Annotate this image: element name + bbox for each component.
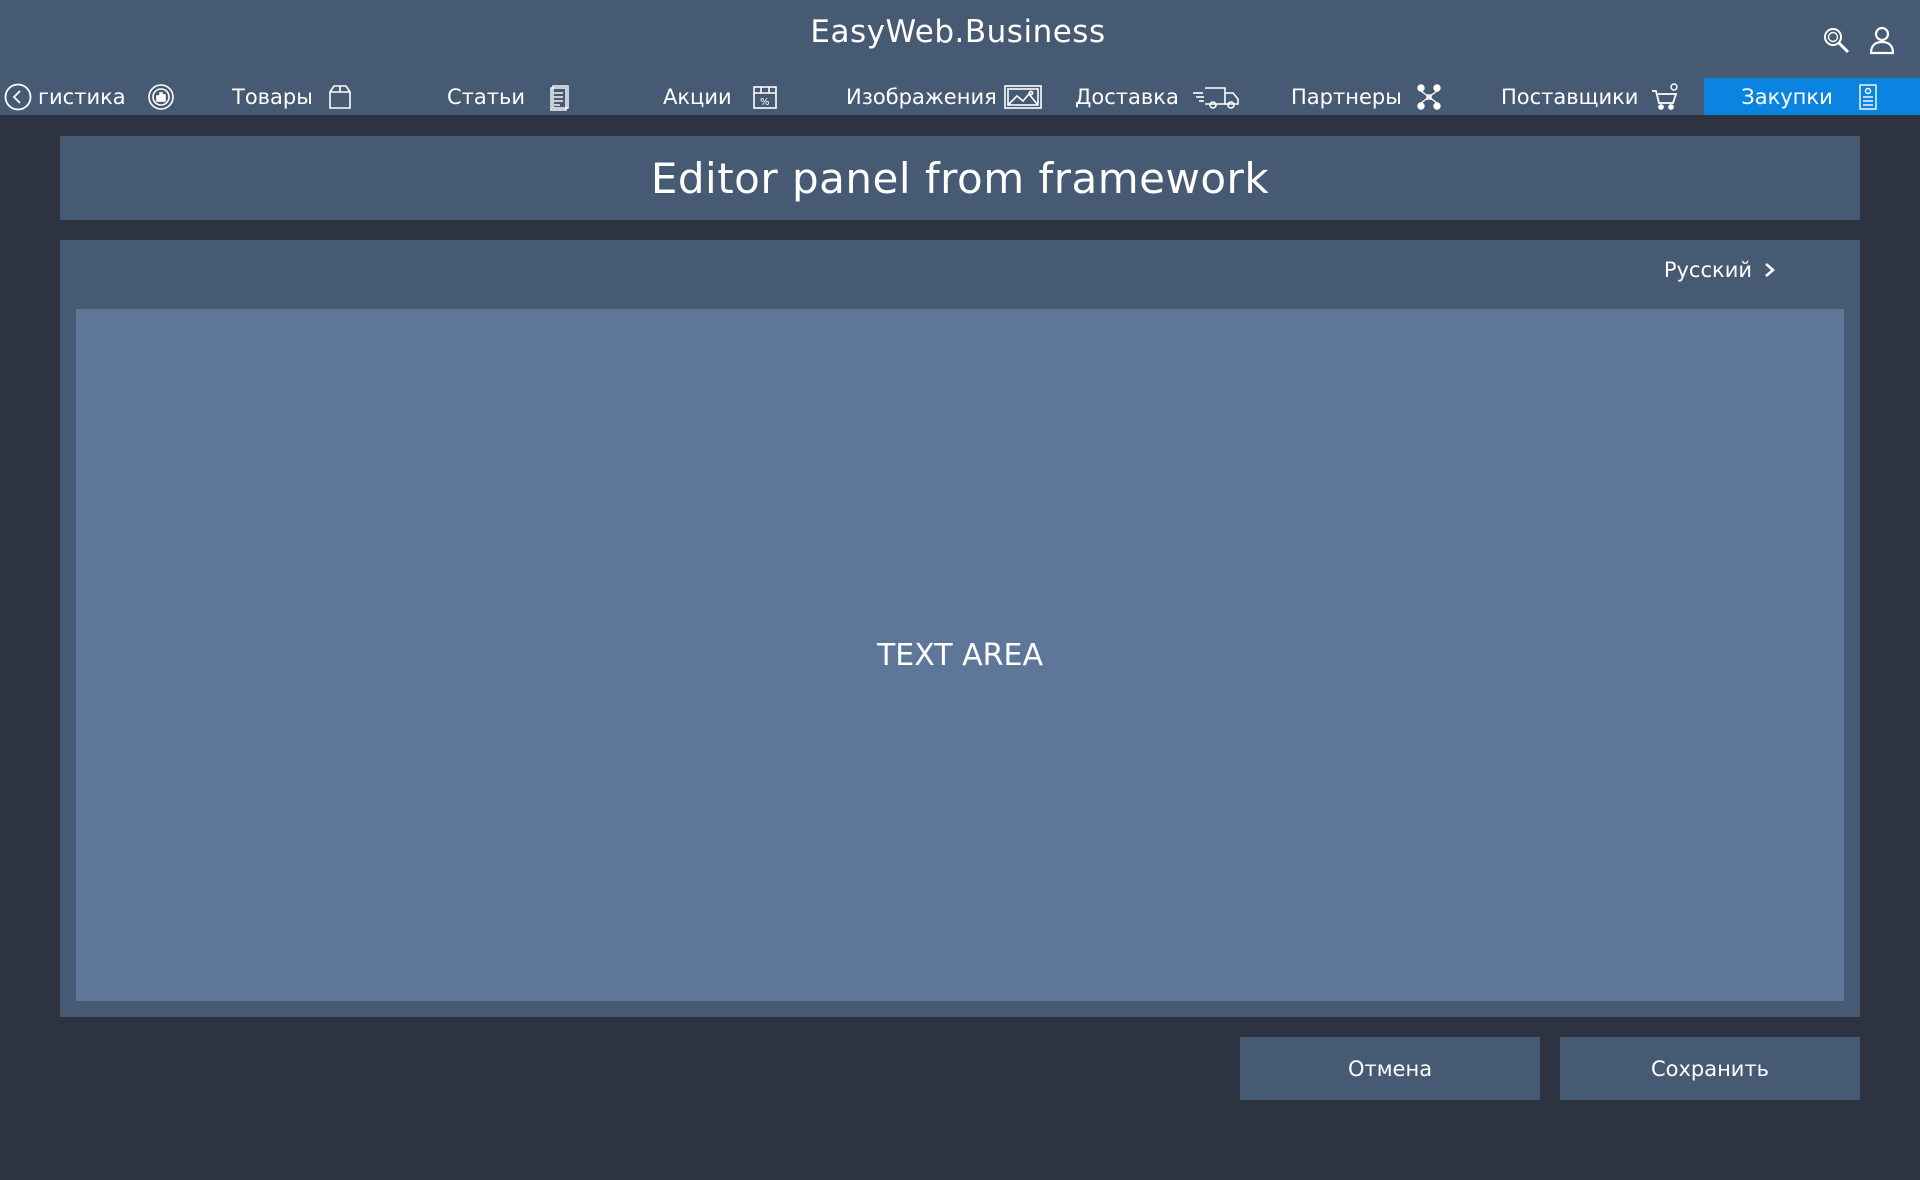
- svg-text:%: %: [760, 97, 770, 108]
- language-switcher[interactable]: Русский: [1664, 258, 1778, 282]
- chevron-right-icon: [1765, 263, 1775, 277]
- nav-item-articles[interactable]: Статьи: [447, 78, 575, 115]
- page-title: Editor panel from framework: [650, 153, 1270, 203]
- nav-item-label: Товары: [232, 84, 313, 109]
- purchase-doc-icon: [1853, 82, 1883, 112]
- document-icon: [545, 82, 575, 112]
- analytics-icon: [146, 82, 176, 112]
- nav-item-suppliers[interactable]: Поставщики: [1501, 78, 1680, 115]
- nav-item-label: Поставщики: [1501, 84, 1639, 109]
- text-area-label: TEXT AREA: [876, 637, 1043, 673]
- nav-item-delivery[interactable]: Доставка: [1075, 78, 1241, 115]
- language-label: Русский: [1663, 258, 1752, 282]
- nav-item-logistics[interactable]: гистика: [38, 78, 176, 115]
- nav-item-label: Акции: [663, 84, 732, 109]
- nav-item-images[interactable]: Изображения: [846, 78, 1043, 115]
- nav-item-label: гистика: [38, 84, 126, 109]
- nav-item-partners[interactable]: Партнеры: [1291, 78, 1444, 115]
- header-bar: EasyWeb.Business гистика Товары Статьи А…: [0, 0, 1920, 115]
- nav-item-label: Доставка: [1075, 84, 1179, 109]
- nav-item-label: Партнеры: [1291, 84, 1402, 109]
- nav-item-label: Изображения: [846, 84, 997, 109]
- nav-item-label: Статьи: [447, 84, 526, 109]
- image-icon: [1003, 82, 1043, 112]
- nav-item-promotions[interactable]: Акции %: [663, 78, 780, 115]
- cancel-button[interactable]: Отмена: [1240, 1037, 1540, 1100]
- box-icon: [325, 82, 355, 112]
- discount-icon: %: [750, 82, 780, 112]
- save-button[interactable]: Сохранить: [1560, 1037, 1860, 1100]
- title-panel: Editor panel from framework: [60, 136, 1860, 220]
- partners-icon: [1414, 82, 1444, 112]
- brand-title: EasyWeb.Business: [810, 14, 1106, 50]
- nav-item-purchases[interactable]: Закупки: [1704, 78, 1920, 115]
- cancel-button-label: Отмена: [1347, 1056, 1433, 1081]
- nav-item-products[interactable]: Товары: [232, 78, 355, 115]
- cart-icon: [1650, 82, 1680, 112]
- user-icon[interactable]: [1866, 24, 1898, 56]
- editor-panel: Русский TEXT AREA: [60, 240, 1860, 1017]
- search-icon[interactable]: [1820, 24, 1852, 56]
- chevron-left-icon: [4, 83, 32, 111]
- truck-icon: [1191, 82, 1241, 112]
- text-area[interactable]: TEXT AREA: [76, 309, 1844, 1001]
- nav-back-button[interactable]: [4, 83, 32, 111]
- nav-item-label: Закупки: [1741, 84, 1833, 109]
- save-button-label: Сохранить: [1650, 1056, 1770, 1081]
- main-navigation: гистика Товары Статьи Акции % Изображени…: [0, 78, 1920, 115]
- header-actions: [1820, 24, 1898, 56]
